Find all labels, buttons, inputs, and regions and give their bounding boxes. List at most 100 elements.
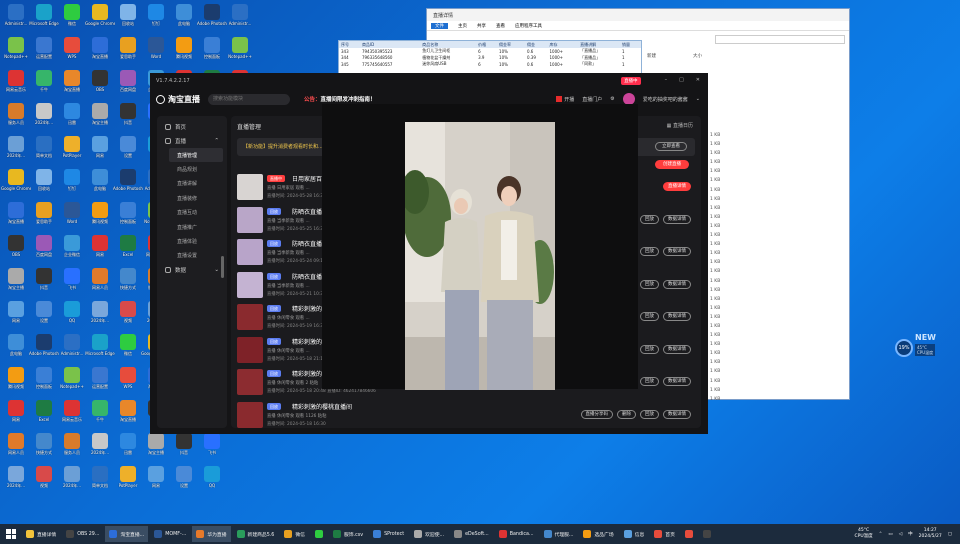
desktop-icon[interactable]: 此电脑 (85, 167, 115, 201)
close-icon[interactable]: ✕ (696, 77, 700, 85)
column-header[interactable]: 直播讲解 (578, 41, 620, 48)
desktop-icon[interactable]: 网易云音乐 (1, 68, 31, 102)
desktop-icon[interactable]: 飞书 (57, 266, 87, 300)
taskbar-app-button[interactable]: 微信 (280, 526, 309, 542)
network-icon[interactable]: ▭ (888, 532, 892, 537)
desktop-icon[interactable]: 微信 (57, 2, 87, 36)
desktop-icon[interactable]: 微信 (113, 332, 143, 366)
desktop-icon[interactable]: 回收站 (113, 2, 143, 36)
desktop-icon[interactable]: 2024年... (57, 464, 87, 498)
live-portal-link[interactable]: 直播门户 (582, 96, 602, 103)
desktop-icon[interactable]: 爱思助手 (113, 35, 143, 69)
live-title[interactable]: 精彩刺激的 (292, 337, 322, 346)
row-action-button[interactable]: 直播详情 (663, 182, 691, 191)
sidebar-scrollbar[interactable] (221, 256, 224, 278)
desktop-icon[interactable]: 抖音 (169, 431, 199, 465)
taskbar-app-button[interactable]: 代理服... (540, 526, 578, 542)
column-header[interactable]: 佣金率 (497, 41, 525, 48)
windows-start-icon[interactable] (6, 529, 16, 539)
desktop-icon[interactable]: 百度网盘 (29, 233, 59, 267)
row-action-button[interactable]: 数据详情 (663, 247, 691, 256)
row-action-button[interactable]: 回放 (640, 409, 659, 419)
table-row[interactable]: 345 775745640557 迷你风扇USB 6 10% 0.6 1000+ 「同款」 1 (339, 61, 641, 68)
desktop-icon[interactable]: 抖音 (113, 101, 143, 135)
go-live-button[interactable]: 开播 (556, 96, 574, 103)
column-header[interactable]: 商品名称 (420, 41, 477, 48)
row-action-button[interactable]: 回放 (640, 214, 659, 224)
live-thumbnail[interactable] (237, 239, 263, 265)
desktop-icon[interactable]: Word (141, 35, 171, 69)
desktop-icon[interactable]: 淘宝直播 (1, 200, 31, 234)
desktop-icon[interactable]: 千牛 (85, 398, 115, 432)
desktop-icon[interactable]: 2024年... (85, 299, 115, 333)
desktop-icon[interactable]: PotPlayer (57, 134, 87, 168)
chevron-up-icon[interactable]: ⌃ (879, 532, 883, 537)
input-method-icon[interactable]: 中 (908, 531, 913, 537)
live-session-row[interactable]: 回放 精彩刺激的樱桃直播间 直播 休闲零食 观看 1126 粘粘 直播时间: 2024… (237, 400, 695, 432)
desktop-icon[interactable]: 回收站 (29, 167, 59, 201)
table-cell[interactable]: 迷你风扇USB (420, 61, 476, 68)
column-header[interactable]: 库存 (547, 41, 579, 48)
row-action-button[interactable]: 数据详情 (663, 214, 691, 224)
explorer-search-box[interactable] (715, 35, 845, 44)
row-action-button[interactable]: 直播分享码 (580, 409, 613, 419)
sidebar-subitem[interactable]: 直播讲解 (157, 177, 227, 191)
row-action-button[interactable]: 数据详情 (663, 344, 691, 354)
taskbar-app-button[interactable]: 淘宝直播... (105, 526, 149, 542)
desktop-icon[interactable]: 网易人员 (85, 266, 115, 300)
desktop-icon[interactable]: 设置 (29, 299, 59, 333)
sidebar-item-live[interactable]: 直播 ⌃ (157, 134, 227, 148)
sidebar-subitem[interactable]: 直播体验 (157, 234, 227, 248)
table-cell[interactable]: 6 (476, 61, 497, 68)
desktop-icon[interactable]: WPS (113, 365, 143, 399)
table-cell[interactable]: 0.6 (525, 61, 548, 68)
desktop-icon[interactable]: Adobe Photoshop (197, 2, 227, 36)
live-title[interactable]: 防晒衣直播 (292, 207, 322, 216)
desktop-icon[interactable]: 网易人员 (1, 431, 31, 465)
row-action-button[interactable]: 回放 (640, 247, 659, 256)
desktop-icon[interactable]: 此电脑 (169, 2, 199, 36)
ribbon-tab-view[interactable]: 查看 (496, 23, 505, 29)
ribbon-tab-app-tools[interactable]: 应用程序工具 (515, 23, 542, 29)
desktop-icon[interactable]: 2024年... (85, 431, 115, 465)
live-title[interactable]: 精彩刺激的 (292, 304, 322, 313)
sidebar-subitem[interactable]: 直播装修 (157, 191, 227, 205)
sidebar-subitem[interactable]: 直播设置 (157, 249, 227, 263)
desktop-icon[interactable]: Excel (113, 233, 143, 267)
desktop-icon[interactable]: Google Chrome (1, 167, 31, 201)
row-action-button[interactable]: 回放 (640, 279, 659, 289)
sidebar-subitem[interactable]: 商品规划 (157, 162, 227, 176)
row-action-button[interactable]: 回放 (640, 377, 659, 386)
taskbar-app-button[interactable]: 信息 (620, 526, 649, 542)
desktop-icon[interactable]: 淘宝直播 (57, 68, 87, 102)
desktop-icon[interactable]: 网易 (85, 134, 115, 168)
live-thumbnail[interactable] (237, 369, 263, 395)
live-calendar-button[interactable]: ▦ 直播日历 (667, 122, 693, 129)
live-title[interactable]: 精彩刺激的樱桃直播间 (292, 402, 352, 411)
desktop-icon[interactable]: 钉钉 (57, 167, 87, 201)
notification-icon[interactable]: ▢ (948, 532, 952, 537)
desktop-icon[interactable]: Microsoft Edge (85, 332, 115, 366)
desktop-icon[interactable]: 抖音 (29, 266, 59, 300)
taskbar-app-button[interactable]: 新建商品5.6 (233, 526, 279, 542)
desktop-icon[interactable]: 网易 (85, 233, 115, 267)
row-action-button[interactable]: 回放 (640, 344, 659, 354)
live-thumbnail[interactable] (237, 401, 263, 428)
desktop-icon[interactable]: OBS (1, 233, 31, 267)
maximize-icon[interactable]: □ (679, 77, 684, 85)
column-header[interactable]: 商品ID (359, 41, 421, 48)
desktop-icon[interactable]: 运营配置 (29, 35, 59, 69)
ribbon-tab-file[interactable]: 文件 (431, 22, 448, 29)
desktop-icon[interactable]: 控制面板 (197, 35, 227, 69)
taskbar-app-button[interactable]: 服饰.csv (329, 526, 367, 542)
cpu-temp-widget[interactable]: NEW 19% 45°C CPU温度 (895, 333, 941, 359)
desktop-icon[interactable]: 腾讯视频 (169, 35, 199, 69)
desktop-icon[interactable]: Word (57, 200, 87, 234)
desktop-icon[interactable]: 百度网盘 (113, 68, 143, 102)
desktop-icon[interactable]: Adobe Photoshop (113, 167, 143, 201)
desktop-icon[interactable]: Adobe Photoshop (29, 332, 59, 366)
table-cell[interactable]: 345 (339, 61, 360, 68)
explorer-titlebar[interactable]: 直播详情 (427, 9, 849, 21)
desktop-icon[interactable]: 淘宝主播 (1, 266, 31, 300)
row-action-button[interactable]: 数据详情 (663, 409, 691, 419)
